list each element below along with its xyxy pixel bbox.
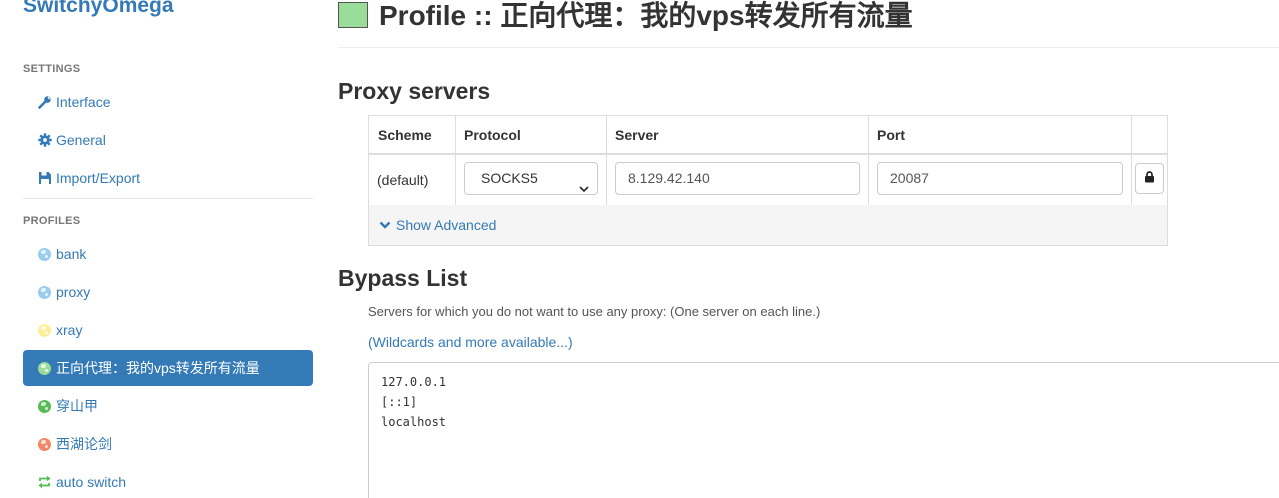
protocol-select[interactable]: SOCKS5 — [464, 162, 598, 195]
sidebar-item-profile-xray[interactable]: xray — [23, 312, 313, 348]
sidebar-item-interface[interactable]: Interface — [23, 84, 313, 120]
profiles-section-label: PROFILES — [23, 215, 81, 227]
proxy-servers-table: Scheme Protocol Server Port (default) SO… — [368, 115, 1168, 246]
sidebar: SwitchyOmega SETTINGS Interface General … — [0, 0, 325, 498]
switch-arrows-icon — [37, 475, 52, 490]
globe-icon — [38, 285, 51, 299]
sidebar-item-label: 西湖论剑 — [56, 436, 112, 452]
globe-icon — [38, 399, 51, 413]
sidebar-item-label: proxy — [56, 284, 91, 300]
sidebar-item-import-export[interactable]: Import/Export — [23, 160, 313, 196]
show-advanced-link[interactable]: Show Advanced — [379, 217, 496, 233]
protocol-select-value: SOCKS5 — [481, 170, 538, 186]
column-header-server: Server — [615, 127, 659, 143]
app-window: SwitchyOmega SETTINGS Interface General … — [0, 0, 1279, 498]
sidebar-item-profile-active[interactable]: 正向代理：我的vps转发所有流量 — [23, 350, 313, 386]
column-header-scheme: Scheme — [378, 127, 432, 143]
sidebar-item-label: auto switch — [56, 474, 127, 490]
sidebar-item-profile-bank[interactable]: bank — [23, 236, 313, 272]
globe-icon — [38, 323, 51, 337]
chevron-down-icon — [379, 220, 391, 230]
sidebar-item-general[interactable]: General — [23, 122, 313, 158]
scheme-cell: (default) — [377, 172, 429, 188]
floppy-disk-icon — [37, 171, 52, 186]
show-advanced-row: Show Advanced — [369, 205, 1167, 245]
page-header: Profile :: 正向代理：我的vps转发所有流量 — [338, 0, 913, 34]
page-title: Profile :: 正向代理：我的vps转发所有流量 — [379, 0, 913, 31]
bypass-list-textarea[interactable]: 127.0.0.1 [::1] localhost — [368, 362, 1279, 498]
sidebar-item-profile-auto-switch[interactable]: auto switch — [23, 464, 313, 498]
main-content: Profile :: 正向代理：我的vps转发所有流量 Proxy server… — [338, 0, 1279, 498]
sidebar-item-label: Import/Export — [56, 170, 141, 186]
bypass-line: [::1] — [381, 395, 418, 409]
port-input[interactable]: 20087 — [877, 162, 1123, 195]
auth-lock-button[interactable] — [1135, 163, 1164, 194]
sidebar-item-label: 穿山甲 — [56, 398, 98, 414]
sidebar-item-label: Interface — [56, 94, 111, 110]
sidebar-item-profile-proxy[interactable]: proxy — [23, 274, 313, 310]
server-input[interactable]: 8.129.42.140 — [615, 162, 860, 195]
proxy-servers-heading: Proxy servers — [338, 78, 491, 104]
sidebar-item-label: 正向代理：我的vps转发所有流量 — [56, 360, 260, 376]
sidebar-divider — [23, 198, 313, 199]
globe-icon — [38, 361, 51, 375]
sidebar-item-label: xray — [56, 322, 83, 338]
sidebar-item-label: General — [56, 132, 106, 148]
sidebar-item-label: bank — [56, 246, 87, 262]
column-header-protocol: Protocol — [464, 127, 521, 143]
column-header-port: Port — [877, 127, 905, 143]
brand-title[interactable]: SwitchyOmega — [23, 0, 174, 18]
globe-icon — [38, 247, 51, 261]
bypass-line: 127.0.0.1 — [381, 375, 447, 389]
bypass-line: localhost — [381, 415, 447, 429]
globe-icon — [38, 437, 51, 451]
bypass-list-heading: Bypass List — [338, 265, 468, 291]
wrench-icon — [37, 95, 52, 110]
chevron-down-icon — [579, 174, 589, 193]
profile-color-swatch[interactable] — [338, 2, 368, 28]
wildcards-help-link[interactable]: (Wildcards and more available...) — [368, 334, 573, 350]
bypass-help-text: Servers for which you do not want to use… — [368, 304, 821, 319]
sidebar-item-profile-xihulunjian[interactable]: 西湖论剑 — [23, 426, 313, 462]
sidebar-item-profile-chuanshanjia[interactable]: 穿山甲 — [23, 388, 313, 424]
settings-section-label: SETTINGS — [23, 63, 81, 75]
show-advanced-label: Show Advanced — [396, 217, 497, 233]
gear-icon — [37, 133, 52, 148]
lock-icon — [1144, 170, 1155, 188]
header-divider — [338, 47, 1279, 48]
